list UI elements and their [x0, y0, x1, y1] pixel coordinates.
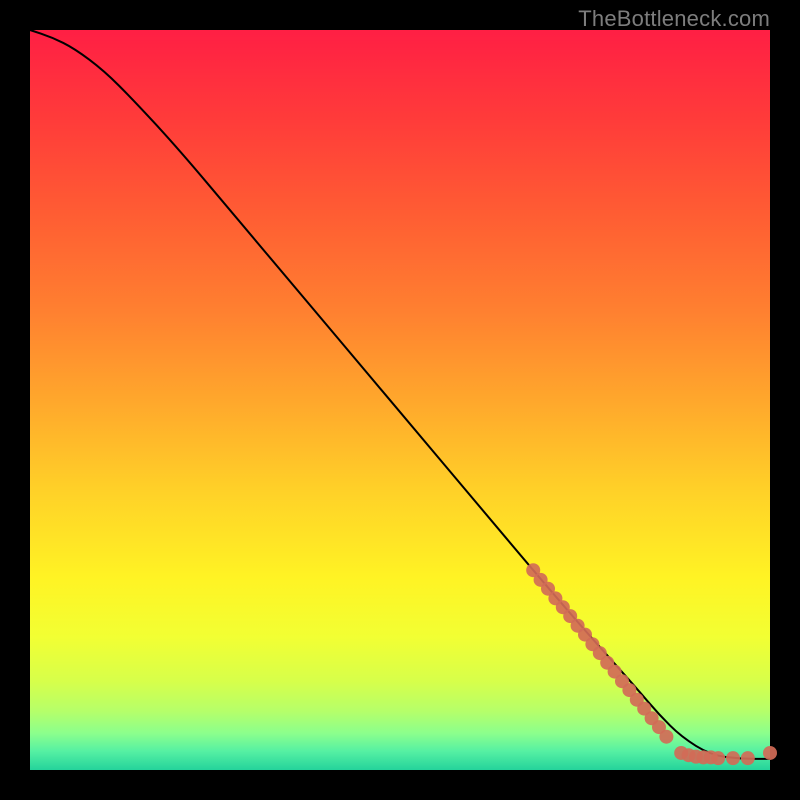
series-highlighted-band — [526, 563, 777, 765]
plot-svg — [30, 30, 770, 770]
watermark-text: TheBottleneck.com — [578, 6, 770, 32]
chart-frame: TheBottleneck.com — [0, 0, 800, 800]
series-curve — [30, 30, 770, 759]
marker — [659, 730, 673, 744]
plot-area — [30, 30, 770, 770]
marker — [741, 751, 755, 765]
marker — [763, 746, 777, 760]
marker — [711, 751, 725, 765]
marker — [726, 751, 740, 765]
